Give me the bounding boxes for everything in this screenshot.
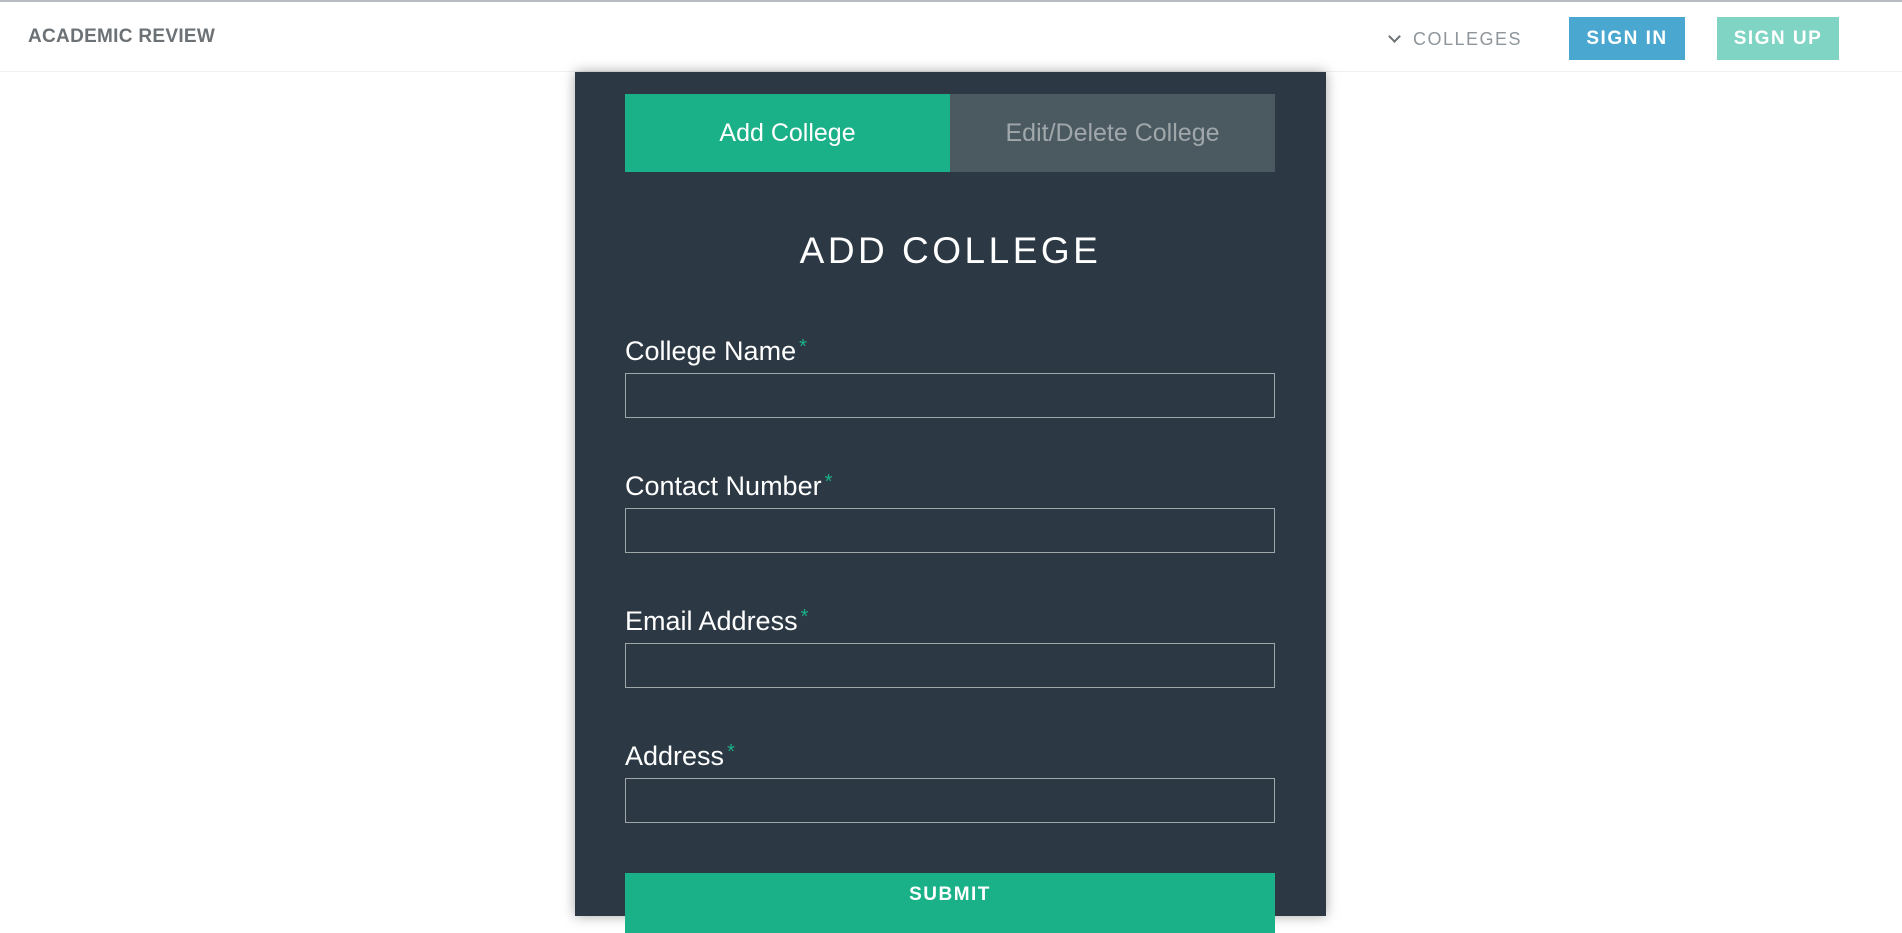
tab-edit-delete-college[interactable]: Edit/Delete College <box>950 94 1275 172</box>
required-marker: * <box>727 741 735 763</box>
colleges-dropdown[interactable]: COLLEGES <box>1388 27 1523 51</box>
contact-number-input[interactable] <box>625 508 1275 553</box>
tab-bar: Add College Edit/Delete College <box>625 94 1275 172</box>
college-name-label-text: College Name <box>625 336 797 366</box>
chevron-down-icon <box>1388 30 1401 43</box>
address-label-text: Address <box>625 741 725 771</box>
brand-title[interactable]: ACADEMIC REVIEW <box>28 26 215 48</box>
tab-add-college[interactable]: Add College <box>625 94 950 172</box>
address-label: Address * <box>625 741 735 772</box>
sign-in-button[interactable]: SIGN IN <box>1569 17 1685 60</box>
required-marker: * <box>799 336 807 358</box>
required-marker: * <box>824 471 833 493</box>
add-college-panel: Add College Edit/Delete College ADD COLL… <box>575 72 1326 933</box>
contact-number-label-text: Contact Number <box>625 471 822 501</box>
sign-up-button[interactable]: SIGN UP <box>1717 17 1839 60</box>
required-marker: * <box>800 606 809 628</box>
contact-number-label: Contact Number * <box>625 471 832 502</box>
address-input[interactable] <box>625 778 1275 823</box>
top-nav-bar: ACADEMIC REVIEW COLLEGES SIGN IN SIGN UP <box>0 0 1902 72</box>
email-address-label-text: Email Address <box>625 606 798 636</box>
email-address-label: Email Address * <box>625 606 808 637</box>
form-title: ADD COLLEGE <box>799 230 1102 271</box>
college-name-input[interactable] <box>625 373 1275 418</box>
college-name-label: College Name * <box>625 336 807 367</box>
submit-button[interactable]: SUBMIT <box>625 873 1275 933</box>
email-address-input[interactable] <box>625 643 1275 688</box>
colleges-dropdown-label: COLLEGES <box>1413 28 1523 49</box>
